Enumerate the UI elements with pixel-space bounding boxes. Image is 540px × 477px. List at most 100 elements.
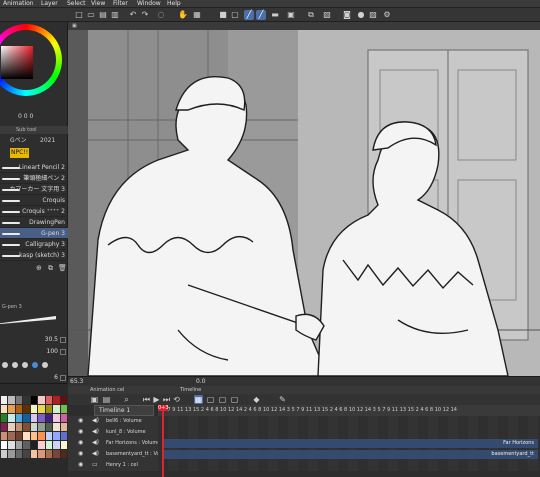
color-swatch[interactable] <box>1 441 8 449</box>
subtool-tab-2021[interactable]: 2021 <box>40 136 55 146</box>
color-swatch[interactable] <box>60 423 67 431</box>
color-swatch[interactable] <box>45 441 53 449</box>
onion-skin-icon[interactable]: ▦ <box>194 395 203 404</box>
track-body[interactable]: Far Horizons <box>158 438 540 449</box>
track-row[interactable]: ◉ ◀) Far Horizons : Volume Far Horizons <box>68 438 540 449</box>
frame-ruler[interactable]: 3 5 7 9 11 13 15 2 4 6 8 10 12 14 2 4 6 … <box>158 405 540 416</box>
color-swatch[interactable] <box>38 405 45 413</box>
track-row[interactable]: ◉ ▭ Henry 1 : cel <box>68 460 540 471</box>
speaker-icon[interactable]: ◀) <box>92 440 100 446</box>
color-swatch[interactable] <box>1 432 8 440</box>
brush-item[interactable]: Lineart Pencil 2 <box>0 162 68 173</box>
canvas-artwork[interactable] <box>68 30 540 376</box>
canvas-area[interactable]: ▣ <box>68 22 540 376</box>
loop-icon[interactable]: ⟲ <box>172 395 181 404</box>
zoom-icon[interactable]: ⌕ <box>122 395 131 404</box>
brush-shape-option[interactable] <box>42 362 48 368</box>
track-body[interactable]: basementyard_tt <box>158 449 540 460</box>
color-swatch[interactable] <box>23 414 30 422</box>
color-swatch[interactable] <box>30 423 38 431</box>
export-icon[interactable]: ▥ <box>110 10 120 20</box>
color-swatch[interactable] <box>60 405 67 413</box>
brush-item[interactable]: 筆頭極細ペン 2 <box>0 173 68 184</box>
gear-icon[interactable]: ⚙ <box>382 10 392 20</box>
brush-shape-option[interactable] <box>2 362 8 368</box>
lasso-icon[interactable]: ◌ <box>156 10 166 20</box>
color-swatch[interactable] <box>8 405 15 413</box>
color-swatch[interactable] <box>38 414 45 422</box>
hand-icon[interactable]: ✋ <box>178 10 188 20</box>
panel-icon[interactable]: ▧ <box>322 10 332 20</box>
display-icon[interactable]: ▨ <box>368 10 378 20</box>
color-swatch[interactable] <box>53 405 60 413</box>
track-row[interactable]: ◉ ◀) basementyard_tt : Vol basementyard_… <box>68 449 540 460</box>
brush-item[interactable]: kasp (sketch) 3 <box>0 250 68 261</box>
color-swatch[interactable] <box>53 432 60 440</box>
cel-icon[interactable]: ▢ <box>218 395 227 404</box>
trash-icon[interactable]: 🗑 <box>58 264 67 272</box>
brush-item[interactable]: Croquis ⁺⁺⁺⁺ 2 <box>0 206 68 217</box>
color-swatch[interactable] <box>23 432 30 440</box>
brush-shape-option-active[interactable] <box>32 362 38 368</box>
color-swatch[interactable] <box>1 396 8 404</box>
brush-item-selected[interactable]: G-pen 3 <box>0 228 68 239</box>
eye-icon[interactable]: ◉ <box>78 418 86 424</box>
tab-animation-cel[interactable]: Animation cel <box>90 386 124 394</box>
color-swatch[interactable] <box>15 450 23 458</box>
save-icon[interactable]: ▤ <box>98 10 108 20</box>
track-body[interactable] <box>158 427 540 438</box>
timeline-selector[interactable]: Timeline 1 <box>94 405 154 416</box>
color-swatch[interactable] <box>45 432 53 440</box>
color-swatch[interactable] <box>15 432 23 440</box>
menu-filter[interactable]: Filter <box>113 0 128 8</box>
subtool-tab-npc[interactable]: NPC!! <box>10 148 30 158</box>
brush-item[interactable]: カマーカー 文字用 3 <box>0 184 68 195</box>
brush-shape-option[interactable] <box>12 362 18 368</box>
menu-view[interactable]: View <box>91 0 105 8</box>
eye-icon[interactable]: ◉ <box>78 440 86 446</box>
speaker-icon[interactable]: ◀) <box>92 429 100 435</box>
camera-icon[interactable]: ◙ <box>342 10 352 20</box>
color-swatch[interactable] <box>60 414 67 422</box>
color-swatch[interactable] <box>45 396 53 404</box>
color-swatch[interactable] <box>38 423 45 431</box>
brush-shape-option[interactable] <box>22 362 28 368</box>
color-swatch[interactable] <box>15 396 23 404</box>
opacity-value[interactable]: 100 <box>47 348 58 355</box>
camera-work-icon[interactable]: ✎ <box>278 395 287 404</box>
cel-icon[interactable]: ▢ <box>230 395 239 404</box>
track-row[interactable]: ◉ ◀) bell6 : Volume <box>68 416 540 427</box>
color-swatch[interactable] <box>60 396 67 404</box>
ruler-icon[interactable]: ▬ <box>270 10 280 20</box>
redo-icon[interactable]: ↷ <box>140 10 150 20</box>
tab-timeline[interactable]: Timeline <box>180 386 201 394</box>
color-swatch[interactable] <box>1 405 8 413</box>
color-swatch[interactable] <box>15 441 23 449</box>
cel-icon[interactable]: ▢ <box>206 395 215 404</box>
pen-active-icon[interactable]: ╱ <box>256 10 266 20</box>
color-swatch[interactable] <box>23 441 30 449</box>
color-saturation-square[interactable] <box>1 46 33 79</box>
color-swatch[interactable] <box>38 396 45 404</box>
open-icon[interactable]: ▭ <box>86 10 96 20</box>
timeline-settings-icon[interactable]: ▤ <box>102 395 111 404</box>
track-body[interactable] <box>158 460 540 471</box>
stabilization-value[interactable]: 6 <box>54 374 58 381</box>
frame-icon[interactable]: ▣ <box>286 10 296 20</box>
fill-icon[interactable]: ■ <box>218 10 228 20</box>
brush-size-value[interactable]: 30.5 <box>45 336 58 343</box>
audio-clip[interactable]: basementyard_tt <box>162 450 538 459</box>
color-swatch[interactable] <box>60 441 67 449</box>
color-swatch[interactable] <box>60 450 67 458</box>
folder-icon[interactable]: ▭ <box>92 462 100 468</box>
color-swatch[interactable] <box>23 423 30 431</box>
color-swatch[interactable] <box>8 450 15 458</box>
menu-select[interactable]: Select <box>67 0 86 8</box>
color-swatch[interactable] <box>1 414 8 422</box>
color-swatch[interactable] <box>8 414 15 422</box>
color-swatch[interactable] <box>53 450 60 458</box>
color-swatch[interactable] <box>8 396 15 404</box>
speaker-icon[interactable]: ◀) <box>92 451 100 457</box>
color-swatch[interactable] <box>1 423 8 431</box>
color-swatch[interactable] <box>30 441 38 449</box>
